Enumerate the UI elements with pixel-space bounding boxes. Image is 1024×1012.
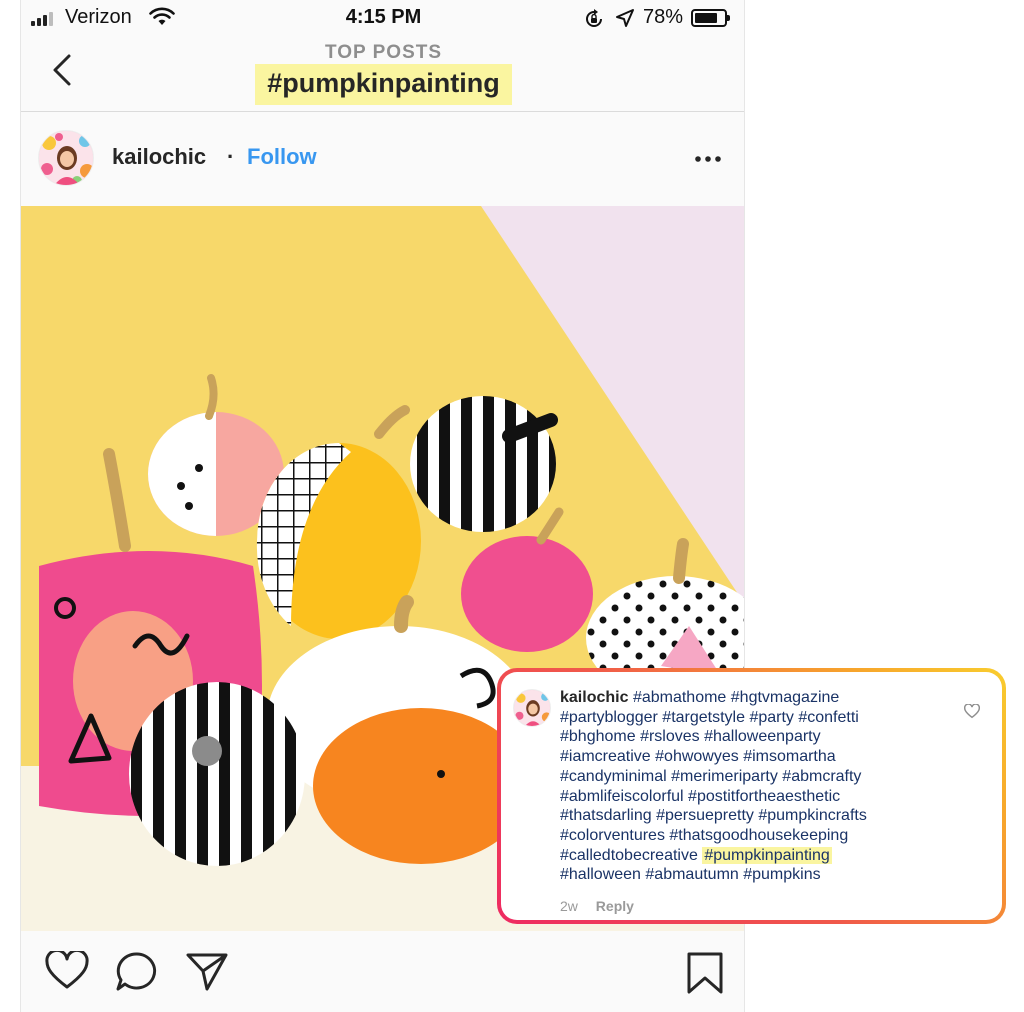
post-username[interactable]: kailochic — [112, 144, 206, 170]
clock: 4:15 PM — [345, 6, 422, 28]
hashtag-line[interactable]: #candyminimal #merimeriparty #abmcrafty — [560, 767, 960, 787]
reply-button[interactable]: Reply — [596, 898, 634, 914]
caption-card: kailochic #abmathome #hgtvmagazine #part… — [497, 668, 1006, 924]
header-kicker: TOP POSTS — [324, 42, 443, 63]
hashtag-line[interactable]: #calledtobecreative — [560, 847, 698, 864]
caption-meta: 2w Reply — [560, 898, 648, 914]
hashtag-line[interactable]: #abmathome #hgtvmagazine — [633, 689, 839, 706]
caption-username[interactable]: kailochic — [560, 689, 628, 706]
rotation-lock-icon — [586, 9, 602, 27]
caption-inner: kailochic #abmathome #hgtvmagazine #part… — [501, 672, 1002, 920]
header-title-wrap: #pumpkinpainting — [21, 64, 744, 105]
hashtag-line[interactable]: #colorventures #thatsgoodhousekeeping — [560, 826, 960, 846]
heart-icon[interactable] — [45, 951, 89, 991]
nav-header: TOP POSTS #pumpkinpainting — [21, 36, 744, 112]
post-header: kailochic · Follow — [21, 113, 744, 206]
page-title: #pumpkinpainting — [255, 64, 512, 105]
comment-age: 2w — [560, 898, 578, 914]
battery-icon — [691, 9, 730, 27]
location-icon — [616, 9, 634, 27]
caption-line: kailochic #abmathome #hgtvmagazine — [560, 688, 960, 708]
status-bar: Verizon 4:15 PM 78% — [21, 0, 744, 36]
battery-percent: 78% — [643, 6, 684, 28]
bookmark-icon[interactable] — [685, 951, 725, 995]
caption-text: kailochic #abmathome #hgtvmagazine #part… — [560, 688, 960, 885]
share-icon[interactable] — [185, 951, 229, 993]
separator-dot: · — [227, 144, 235, 169]
hashtag-line[interactable]: #iamcreative #ohwowyes #imsomartha — [560, 747, 960, 767]
highlighted-hashtag[interactable]: #pumpkinpainting — [702, 846, 832, 864]
caption-line: #calledtobecreative #pumpkinpainting — [560, 846, 960, 866]
follow-button[interactable]: Follow — [247, 144, 317, 170]
comment-icon[interactable] — [115, 951, 159, 993]
caption-avatar[interactable] — [513, 689, 551, 727]
action-bar — [21, 931, 744, 1012]
hashtag-line[interactable]: #halloween #abmautumn #pumpkins — [560, 865, 960, 885]
more-horizontal-icon[interactable] — [691, 149, 725, 169]
hashtag-line[interactable]: #thatsdarling #persuepretty #pumpkincraf… — [560, 806, 960, 826]
hashtag-line[interactable]: #abmlifeiscolorful #postitfortheaestheti… — [560, 787, 960, 807]
hashtag-line[interactable]: #bhghome #rsloves #halloweenparty — [560, 727, 960, 747]
avatar[interactable] — [38, 130, 94, 186]
heart-icon[interactable] — [964, 704, 980, 719]
hashtag-line[interactable]: #partyblogger #targetstyle #party #confe… — [560, 708, 960, 728]
